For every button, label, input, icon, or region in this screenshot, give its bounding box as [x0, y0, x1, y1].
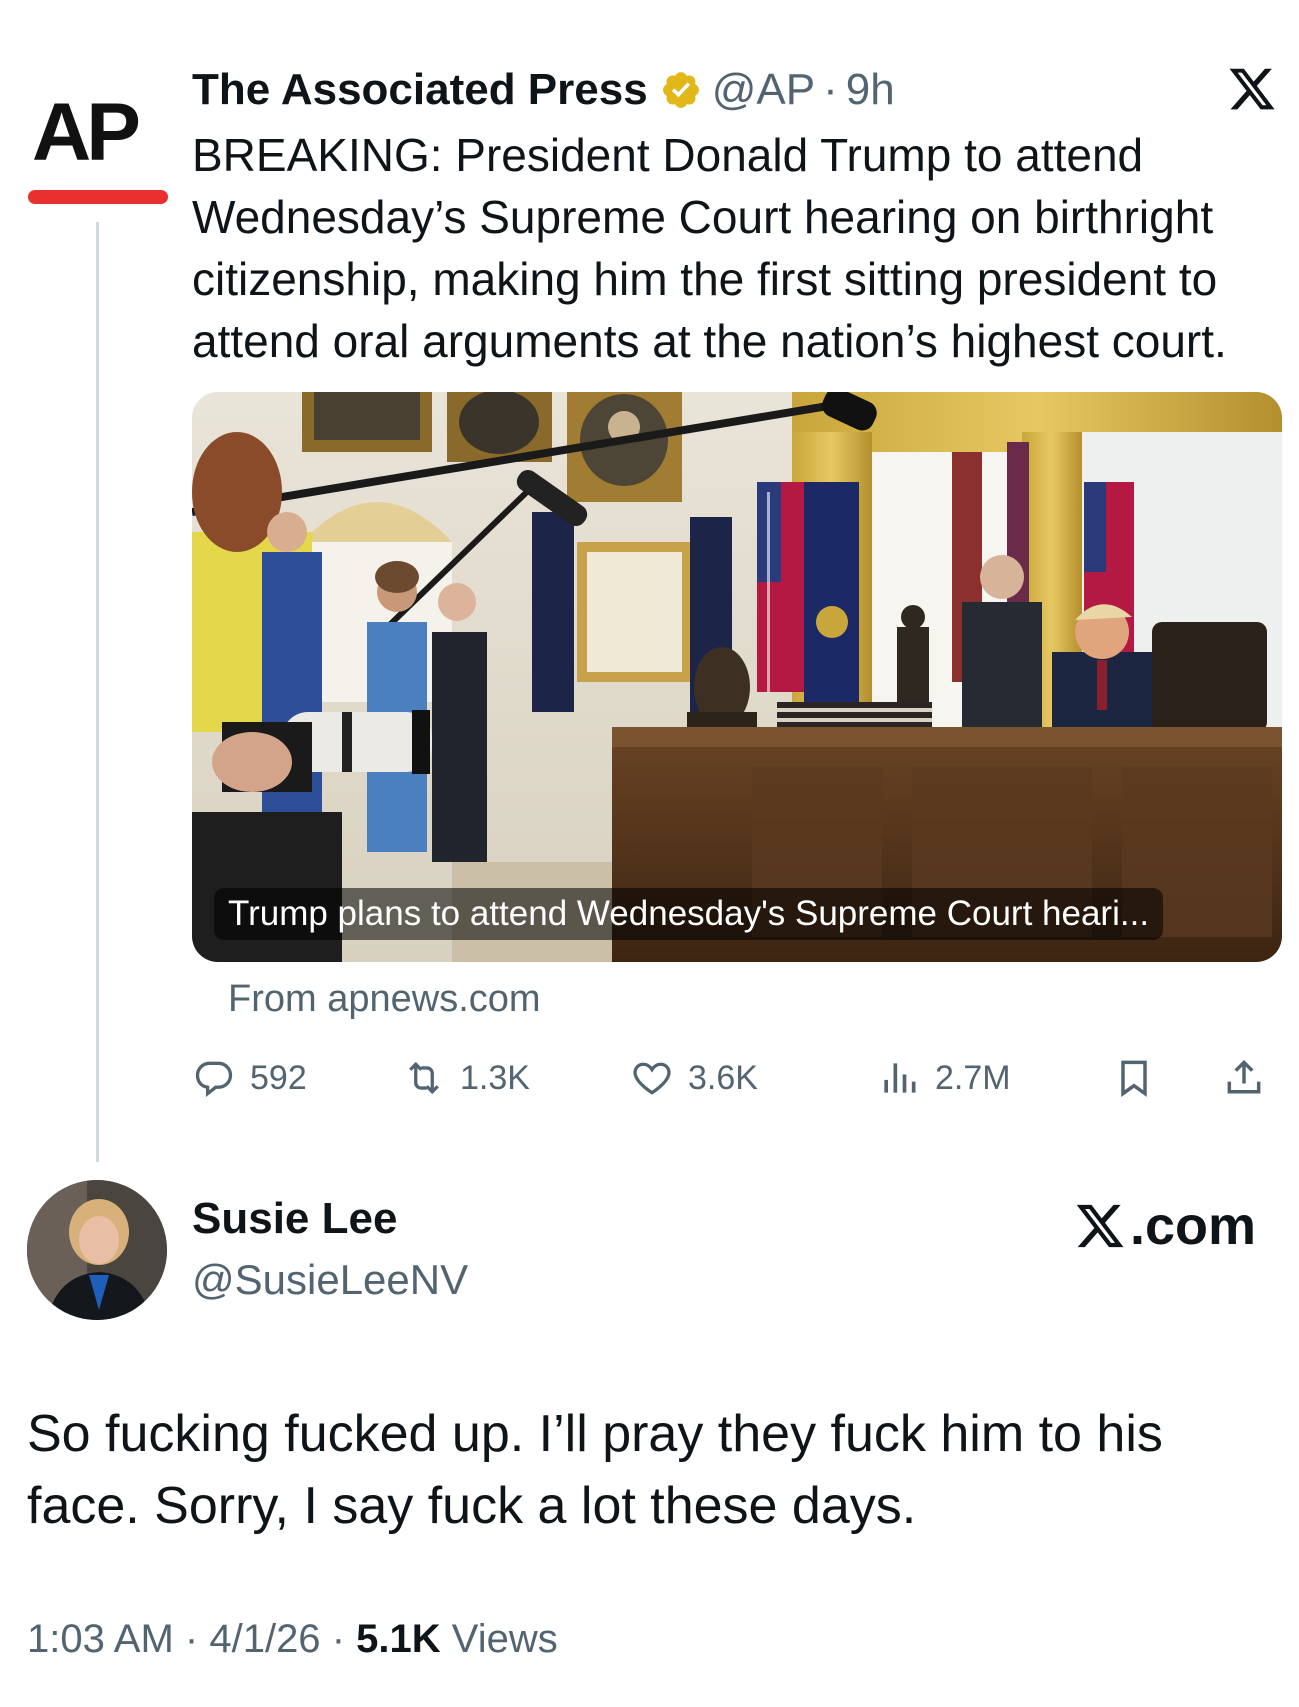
- header-separator: ·: [823, 65, 838, 114]
- watermark-text: .com: [1130, 1196, 1257, 1256]
- oval-office-photo: [192, 392, 1282, 962]
- tweet-date[interactable]: 4/1/26: [209, 1617, 320, 1661]
- quoted-author-name[interactable]: The Associated Press: [192, 65, 648, 115]
- bookmark-icon: [1121, 1060, 1147, 1097]
- author-name[interactable]: Susie Lee: [192, 1194, 397, 1244]
- x-com-watermark: .com: [1072, 1192, 1257, 1256]
- tweet-text: So fucking fucked up. I’ll pray they fuc…: [27, 1405, 1163, 1535]
- tweet-time[interactable]: 1:03 AM: [27, 1617, 174, 1661]
- quoted-tweet-header: The Associated Press @AP · 9h: [192, 60, 895, 120]
- thread-line: [96, 222, 99, 1162]
- quoted-tweet-text: BREAKING: President Donald Trump to atte…: [192, 129, 1227, 367]
- reply-count: 592: [250, 1058, 307, 1097]
- avatar[interactable]: [27, 1180, 167, 1320]
- like-count: 3.6K: [688, 1058, 758, 1097]
- ap-logo-text: AP: [32, 87, 141, 178]
- like-button[interactable]: 3.6K: [630, 1050, 758, 1106]
- tweet-meta: 1:03 AM · 4/1/26 · 5.1K Views: [27, 1617, 558, 1662]
- share-icon: [1227, 1059, 1261, 1094]
- reply-icon: [195, 1061, 233, 1097]
- reply-button[interactable]: 592: [192, 1050, 307, 1106]
- quoted-author-handle[interactable]: @AP: [712, 65, 815, 115]
- repost-icon: [409, 1061, 439, 1095]
- author-handle[interactable]: @SusieLeeNV: [192, 1256, 468, 1304]
- avatar-photo: [27, 1180, 167, 1320]
- link-card-image[interactable]: Trump plans to attend Wednesday's Suprem…: [192, 392, 1282, 962]
- meta-separator: ·: [184, 1617, 199, 1661]
- ap-logo[interactable]: AP: [28, 86, 168, 216]
- verified-badge-icon: [662, 72, 699, 108]
- x-logo-icon[interactable]: [1226, 64, 1278, 114]
- ap-logo-bar: [28, 190, 168, 204]
- views-label: Views: [451, 1617, 558, 1661]
- meta-separator: ·: [331, 1617, 346, 1661]
- repost-count: 1.3K: [460, 1058, 530, 1097]
- share-button[interactable]: [1222, 1050, 1280, 1106]
- views-total: 5.1K: [356, 1617, 441, 1661]
- tweet-actions: 592 1.3K 3.6K 2.7M: [192, 1050, 1292, 1106]
- quoted-tweet[interactable]: AP The Associated Press @AP · 9h BREAKIN…: [0, 0, 1299, 1162]
- views-icon: [884, 1063, 916, 1093]
- views-button[interactable]: 2.7M: [877, 1050, 1011, 1106]
- repost-button[interactable]: 1.3K: [402, 1050, 530, 1106]
- link-card-title[interactable]: Trump plans to attend Wednesday's Suprem…: [214, 888, 1164, 940]
- bookmark-button[interactable]: [1112, 1050, 1170, 1106]
- x-logo-icon: [1076, 1204, 1124, 1248]
- like-icon: [633, 1062, 671, 1095]
- quoted-tweet-time[interactable]: 9h: [846, 65, 895, 115]
- link-card-source[interactable]: From apnews.com: [228, 978, 541, 1021]
- views-count: 2.7M: [935, 1058, 1011, 1097]
